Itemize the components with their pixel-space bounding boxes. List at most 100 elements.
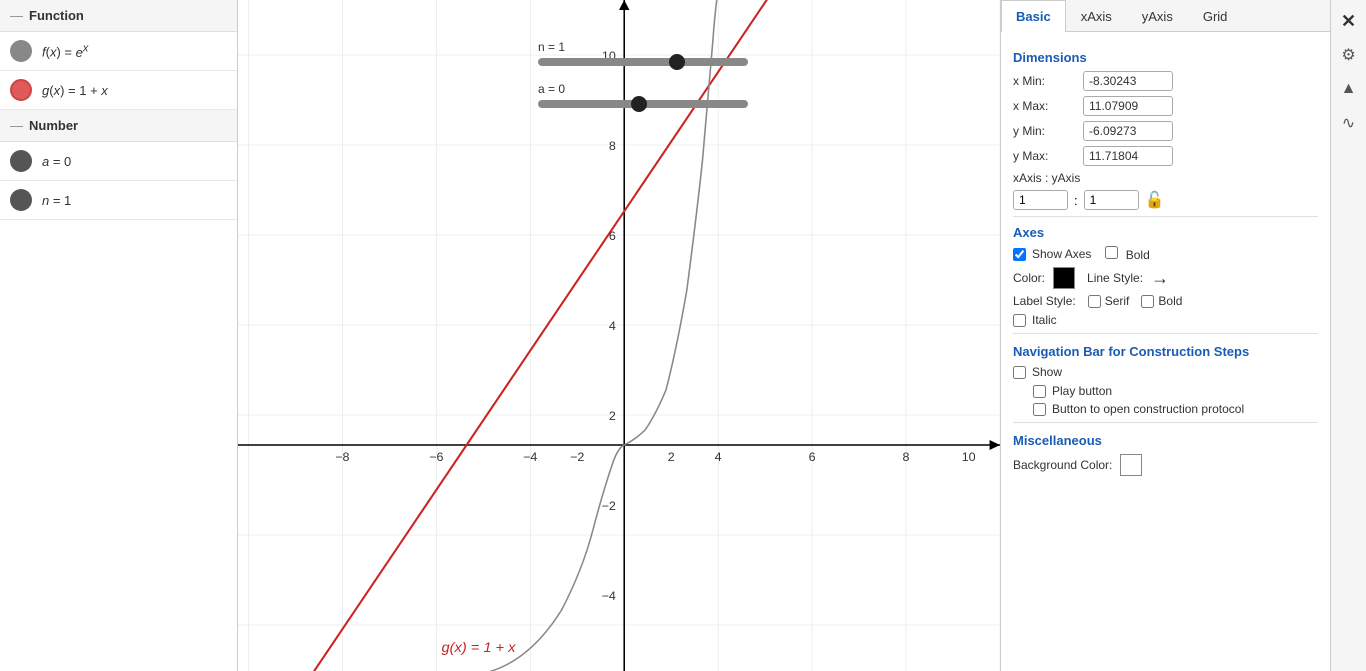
number-dash: — [10,118,23,133]
circle-n [10,189,32,211]
a-label: a = 0 [42,154,71,169]
xmin-row: x Min: [1013,71,1318,91]
misc-title: Miscellaneous [1013,433,1318,448]
ratio-lock-button[interactable]: 🔓 [1145,190,1165,210]
divider-3 [1013,422,1318,423]
ymax-input[interactable] [1083,146,1173,166]
right-panel: Basic xAxis yAxis Grid Dimensions x Min:… [1000,0,1330,671]
svg-text:2: 2 [609,409,616,423]
ratio-x-input[interactable] [1013,190,1068,210]
graph-area[interactable]: −8 −6 −4 −2 2 4 6 8 10 10 8 6 4 2 −2 −4 … [238,0,1000,671]
number-section-header: — Number [0,110,237,142]
label-style-label: Label Style: [1013,294,1076,308]
bg-color-label: Background Color: [1013,458,1112,472]
open-protocol-checkbox[interactable] [1033,403,1046,416]
bg-color-swatch[interactable] [1120,454,1142,476]
sidebar-item-a[interactable]: a = 0 [0,142,237,181]
slider-n-label: n = 1 [538,40,748,54]
slider-a-label: a = 0 [538,82,748,96]
tab-grid[interactable]: Grid [1188,0,1243,32]
show-nav-label: Show [1032,365,1062,379]
dimensions-title: Dimensions [1013,50,1318,65]
play-button-label: Play button [1052,384,1112,398]
svg-text:g(x) = 1 + x: g(x) = 1 + x [442,640,517,656]
icon-strip: ✕ ⚙ ▲ ∿ [1330,0,1366,671]
label-style-row: Label Style: Serif Bold [1013,294,1318,308]
ratio-label: xAxis : yAxis [1013,171,1080,185]
ymin-row: y Min: [1013,121,1318,141]
close-button[interactable]: ✕ [1334,6,1364,36]
serif-label: Serif [1105,294,1130,308]
show-nav-row: Show [1013,365,1318,379]
wave-button[interactable]: ∿ [1334,108,1364,138]
svg-text:10: 10 [962,450,976,464]
slider-a-thumb[interactable] [631,96,647,112]
show-axes-row: Show Axes Bold [1013,246,1318,262]
tab-xaxis[interactable]: xAxis [1066,0,1127,32]
slider-n-track[interactable] [538,58,748,66]
color-row: Color: Line Style: → [1013,267,1318,289]
show-axes-checkbox[interactable] [1013,248,1026,261]
xmax-input[interactable] [1083,96,1173,116]
color-label: Color: [1013,271,1045,285]
triangle-button[interactable]: ▲ [1334,74,1364,104]
fx-label: f(x) = ex [42,42,88,59]
circle-a [10,150,32,172]
xmin-label: x Min: [1013,74,1083,88]
xmax-row: x Max: [1013,96,1318,116]
show-axes-label: Show Axes [1032,247,1091,261]
tab-basic[interactable]: Basic [1001,0,1066,32]
bold-axes-label: Bold [1126,248,1150,262]
sidebar-item-n[interactable]: n = 1 [0,181,237,220]
svg-text:−8: −8 [335,450,349,464]
color-swatch[interactable] [1053,267,1075,289]
axes-title: Axes [1013,225,1318,240]
svg-text:−4: −4 [602,589,616,603]
bold-label-checkbox[interactable] [1141,295,1154,308]
open-protocol-label: Button to open construction protocol [1052,402,1244,416]
circle-fx [10,40,32,62]
number-header-label: Number [29,118,78,133]
bold-label-text: Bold [1158,294,1182,308]
ymax-row: y Max: [1013,146,1318,166]
function-section-header: — Function [0,0,237,32]
sidebar: — Function f(x) = ex g(x) = 1 + x — Numb… [0,0,238,671]
tab-yaxis[interactable]: yAxis [1127,0,1188,32]
bg-color-row: Background Color: [1013,454,1318,476]
svg-text:−2: −2 [602,499,616,513]
nav-title: Navigation Bar for Construction Steps [1013,344,1318,359]
sliders-overlay: n = 1 a = 0 [538,40,748,124]
play-button-row: Play button [1033,384,1318,398]
svg-text:4: 4 [715,450,722,464]
divider-1 [1013,216,1318,217]
ratio-inputs-row: : 🔓 [1013,190,1318,210]
serif-checkbox[interactable] [1088,295,1101,308]
panel-content: Dimensions x Min: x Max: y Min: y Max: x… [1001,32,1330,671]
slider-a-container: a = 0 [538,82,748,108]
bold-axes-checkbox[interactable] [1105,246,1118,259]
open-protocol-row: Button to open construction protocol [1033,402,1318,416]
svg-text:4: 4 [609,319,616,333]
tabs-bar: Basic xAxis yAxis Grid [1001,0,1330,32]
ratio-row: xAxis : yAxis [1013,171,1318,185]
function-dash: — [10,8,23,23]
circle-gx [10,79,32,101]
show-nav-checkbox[interactable] [1013,366,1026,379]
sidebar-item-fx[interactable]: f(x) = ex [0,32,237,71]
italic-checkbox[interactable] [1013,314,1026,327]
xmax-label: x Max: [1013,99,1083,113]
xmin-input[interactable] [1083,71,1173,91]
divider-2 [1013,333,1318,334]
svg-text:2: 2 [668,450,675,464]
line-style-arrow[interactable]: → [1151,268,1169,289]
slider-n-thumb[interactable] [669,54,685,70]
ratio-y-input[interactable] [1084,190,1139,210]
svg-text:−4: −4 [523,450,537,464]
gear-button[interactable]: ⚙ [1334,40,1364,70]
ymin-label: y Min: [1013,124,1083,138]
slider-a-track[interactable] [538,100,748,108]
play-button-checkbox[interactable] [1033,385,1046,398]
line-style-label: Line Style: [1087,271,1143,285]
ymin-input[interactable] [1083,121,1173,141]
sidebar-item-gx[interactable]: g(x) = 1 + x [0,71,237,110]
